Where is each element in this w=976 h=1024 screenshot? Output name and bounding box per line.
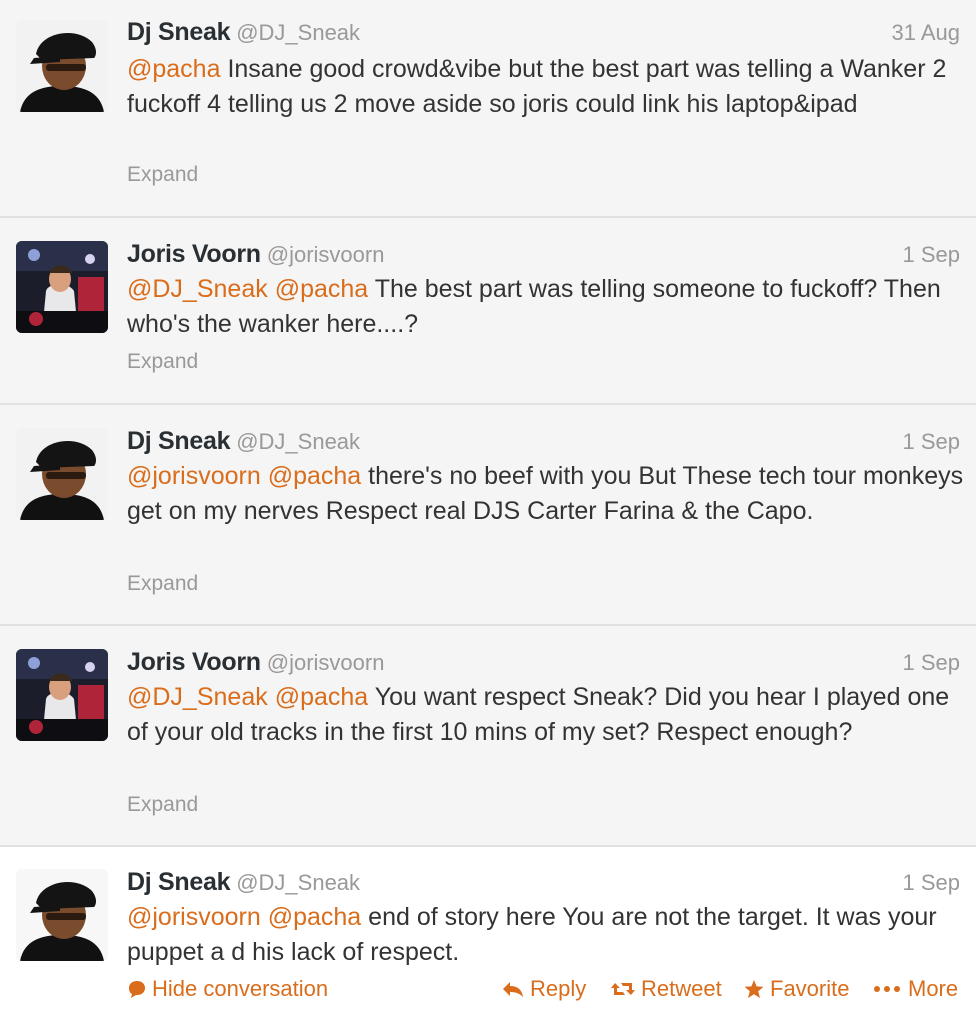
mention-link[interactable]: @jorisvoorn: [127, 903, 261, 931]
joris-voorn-avatar-icon: [16, 241, 108, 333]
mention-link[interactable]: @jorisvoorn: [127, 462, 261, 490]
tweet-5[interactable]: Dj Sneak @DJ_Sneak 1 Sep @jorisvoorn @pac…: [0, 847, 976, 1024]
avatar-dj-sneak[interactable]: [16, 869, 108, 961]
author-handle[interactable]: @DJ_Sneak: [236, 20, 360, 45]
favorite-button[interactable]: Favorite: [743, 976, 849, 1002]
author-name[interactable]: Dj Sneak: [127, 427, 231, 455]
tweet-text: @DJ_Sneak @pacha You want respect Sneak?…: [127, 680, 964, 749]
mention-link[interactable]: @DJ_Sneak: [127, 275, 268, 303]
tweet-text: @DJ_Sneak @pacha The best part was telli…: [127, 272, 964, 341]
mention-link[interactable]: @pacha: [268, 462, 362, 490]
tweet-time[interactable]: 1 Sep: [903, 650, 961, 676]
tweet-time[interactable]: 1 Sep: [903, 242, 961, 268]
avatar-dj-sneak[interactable]: [16, 20, 108, 112]
author-name[interactable]: Dj Sneak: [127, 868, 231, 896]
reply-label: Reply: [530, 976, 587, 1001]
favorite-label: Favorite: [770, 976, 850, 1001]
tweet-text: @jorisvoorn @pacha end of story here You…: [127, 900, 964, 969]
avatar-joris-voorn[interactable]: [16, 241, 108, 333]
tweet-2[interactable]: Joris Voorn @jorisvoorn 1 Sep @DJ_Sneak @…: [0, 218, 976, 405]
mention-link[interactable]: @pacha: [268, 903, 362, 931]
mention-link[interactable]: @DJ_Sneak: [127, 683, 268, 711]
avatar-dj-sneak[interactable]: [16, 428, 108, 520]
reply-arrow-icon: [503, 982, 523, 997]
dj-sneak-avatar-icon: [16, 869, 108, 961]
expand-link[interactable]: Expand: [127, 350, 198, 374]
author-name[interactable]: Dj Sneak: [127, 18, 231, 46]
star-icon: [744, 980, 764, 998]
retweet-button[interactable]: Retweet: [610, 976, 722, 1002]
dj-sneak-avatar-icon: [16, 20, 108, 112]
tweet-body: Insane good crowd&vibe but the best part…: [127, 55, 947, 118]
avatar-joris-voorn[interactable]: [16, 649, 108, 741]
hide-conversation-label: Hide conversation: [152, 976, 329, 1001]
dj-sneak-avatar-icon: [16, 428, 108, 520]
more-dots-icon: [874, 986, 900, 992]
tweet-text: @jorisvoorn @pacha there's no beef with …: [127, 459, 964, 528]
tweet-header: Dj Sneak @DJ_Sneak 31 Aug: [127, 18, 960, 48]
retweet-icon: [611, 983, 635, 995]
tweet-header: Joris Voorn @jorisvoorn 1 Sep: [127, 240, 960, 270]
tweet-time[interactable]: 31 Aug: [891, 20, 960, 46]
expand-link[interactable]: Expand: [127, 163, 198, 187]
author-handle[interactable]: @jorisvoorn: [267, 242, 385, 267]
tweet-header: Dj Sneak @DJ_Sneak 1 Sep: [127, 427, 960, 457]
hide-conversation-link[interactable]: Hide conversation: [127, 976, 328, 1002]
tweet-time[interactable]: 1 Sep: [903, 429, 961, 455]
tweet-header: Joris Voorn @jorisvoorn 1 Sep: [127, 648, 960, 678]
mention-link[interactable]: @pacha: [275, 683, 369, 711]
joris-voorn-avatar-icon: [16, 649, 108, 741]
tweet-time[interactable]: 1 Sep: [903, 870, 961, 896]
expand-link[interactable]: Expand: [127, 572, 198, 596]
tweet-1[interactable]: Dj Sneak @DJ_Sneak 31 Aug @pacha Insane g…: [0, 0, 976, 218]
more-button[interactable]: More: [873, 976, 958, 1002]
author-handle[interactable]: @jorisvoorn: [267, 650, 385, 675]
tweet-header: Dj Sneak @DJ_Sneak 1 Sep: [127, 868, 960, 898]
speech-bubble-icon: [129, 981, 145, 998]
expand-link[interactable]: Expand: [127, 793, 198, 817]
tweet-4[interactable]: Joris Voorn @jorisvoorn 1 Sep @DJ_Sneak @…: [0, 626, 976, 847]
retweet-label: Retweet: [641, 976, 722, 1001]
more-label: More: [908, 976, 959, 1001]
reply-button[interactable]: Reply: [501, 976, 586, 1002]
author-handle[interactable]: @DJ_Sneak: [236, 870, 360, 895]
tweet-text: @pacha Insane good crowd&vibe but the be…: [127, 52, 964, 121]
tweet-actions: Hide conversation Reply Retweet Favorite…: [127, 976, 960, 1006]
author-handle[interactable]: @DJ_Sneak: [236, 429, 360, 454]
tweet-3[interactable]: Dj Sneak @DJ_Sneak 1 Sep @jorisvoorn @pac…: [0, 405, 976, 626]
author-name[interactable]: Joris Voorn: [127, 648, 261, 676]
mention-link[interactable]: @pacha: [127, 55, 221, 83]
author-name[interactable]: Joris Voorn: [127, 240, 261, 268]
mention-link[interactable]: @pacha: [275, 275, 369, 303]
